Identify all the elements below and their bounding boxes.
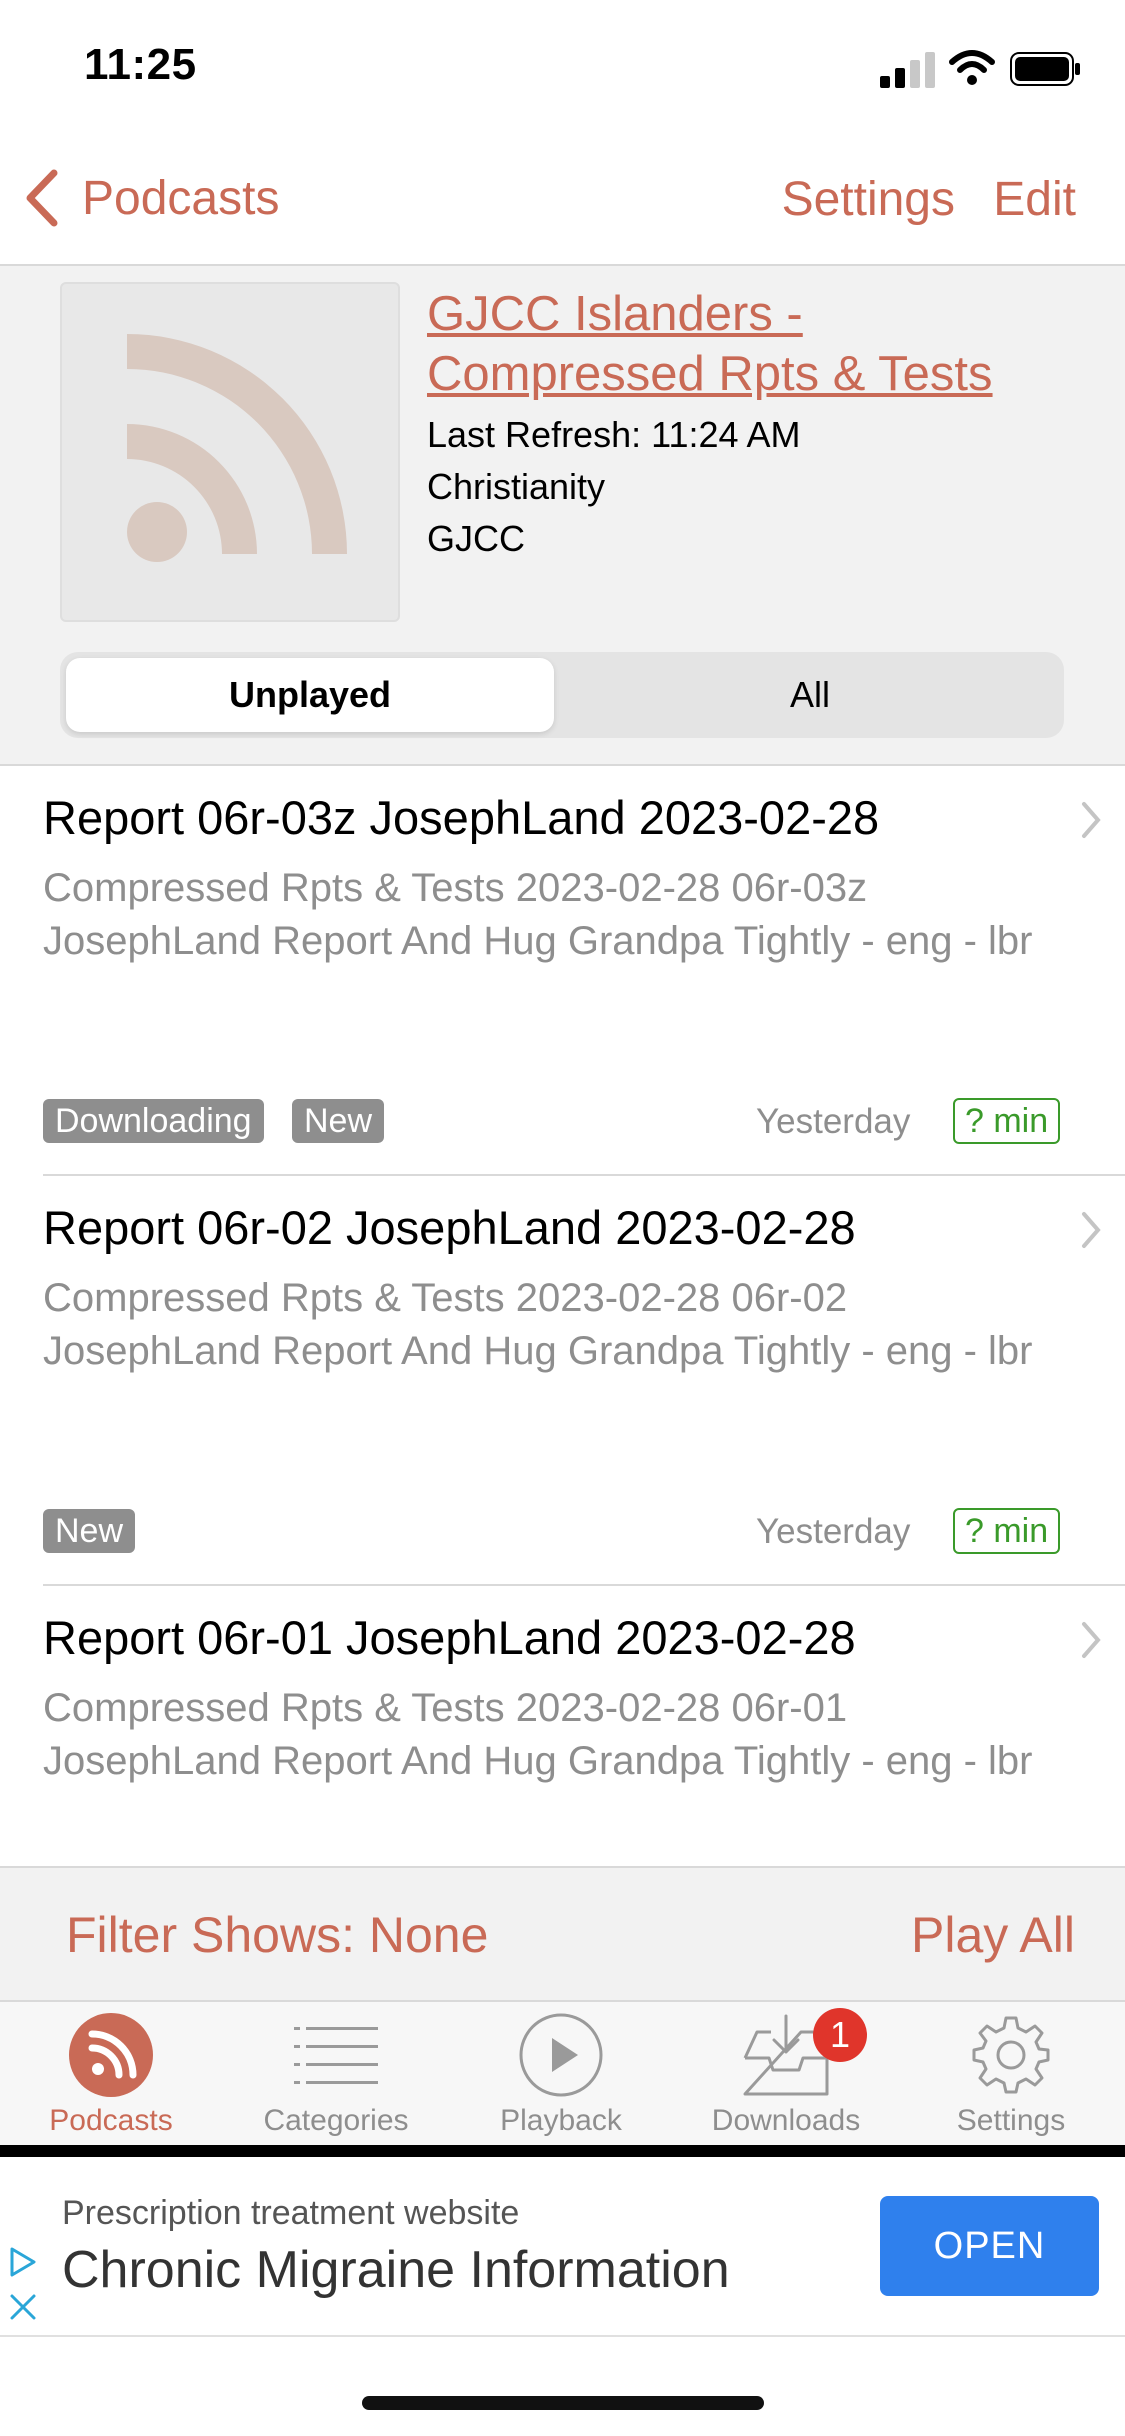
status-time: 11:25 — [84, 40, 197, 89]
status-badge-new: New — [43, 1509, 136, 1553]
podcast-category: Christianity — [427, 466, 606, 507]
ad-subtitle: Prescription treatment website — [62, 2194, 520, 2232]
ad-separator — [0, 2145, 1125, 2157]
tab-categories[interactable]: Categories — [236, 2010, 436, 2138]
tab-label: Settings — [956, 2104, 1066, 2137]
adchoices-icon[interactable] — [6, 2245, 40, 2279]
close-ad-icon[interactable] — [8, 2292, 38, 2322]
status-badge-new: New — [292, 1099, 385, 1143]
play-circle-icon — [519, 2013, 603, 2097]
episode-title: Report 06r-01 JosephLand 2023-02-28 — [43, 1611, 856, 1664]
ad-open-button[interactable]: OPEN — [880, 2196, 1099, 2296]
tab-playback[interactable]: Playback — [461, 2010, 661, 2138]
divider — [43, 1174, 1125, 1176]
tab-label: Categories — [263, 2104, 409, 2137]
chevron-left-icon — [26, 169, 58, 227]
battery-icon — [1010, 52, 1080, 86]
tab-podcasts[interactable]: Podcasts — [11, 2010, 211, 2138]
episode-date: Yesterday — [756, 1102, 911, 1141]
tab-label: Downloads — [711, 2104, 861, 2137]
divider — [0, 764, 1125, 766]
episode-duration: ? min — [953, 1098, 1061, 1144]
play-all-button[interactable]: Play All — [911, 1906, 1075, 1964]
edit-button[interactable]: Edit — [993, 172, 1076, 227]
chevron-right-icon — [1082, 802, 1101, 838]
back-button[interactable]: Podcasts — [24, 168, 279, 228]
podcast-author: GJCC — [427, 518, 525, 559]
episode-description: Compressed Rpts & Tests 2023-02-28 06r-0… — [43, 866, 1033, 963]
episode-title: Report 06r-02 JosephLand 2023-02-28 — [43, 1201, 856, 1254]
episode-description: Compressed Rpts & Tests 2023-02-28 06r-0… — [43, 1276, 1033, 1373]
episode-description: Compressed Rpts & Tests 2023-02-28 06r-0… — [43, 1686, 1033, 1783]
back-label: Podcasts — [82, 171, 280, 225]
chevron-right-icon — [1082, 1212, 1101, 1248]
gear-icon — [972, 2016, 1050, 2094]
segment-all[interactable]: All — [560, 658, 1060, 732]
settings-button[interactable]: Settings — [782, 172, 955, 227]
home-indicator[interactable] — [362, 2396, 764, 2410]
filter-shows-button[interactable]: Filter Shows: None — [66, 1906, 488, 1964]
podcast-artwork — [60, 282, 400, 622]
chevron-right-icon — [1082, 1622, 1101, 1658]
ad-headline[interactable]: Chronic Migraine Information — [62, 2240, 730, 2300]
downloads-count-badge: 1 — [813, 2008, 867, 2062]
segment-unplayed[interactable]: Unplayed — [66, 658, 554, 732]
tab-label: Playback — [500, 2104, 622, 2137]
podcast-icon — [69, 2013, 153, 2097]
rss-icon — [127, 334, 347, 562]
wifi-icon — [949, 50, 995, 85]
tab-label: Podcasts — [49, 2104, 173, 2137]
last-refresh: Last Refresh: 11:24 AM — [427, 414, 801, 455]
divider — [43, 1584, 1125, 1586]
list-icon — [294, 2027, 378, 2084]
podcast-title-link[interactable]: GJCC Islanders - Compressed Rpts & Tests — [427, 284, 1087, 404]
cellular-signal-icon — [880, 52, 935, 88]
episode-duration: ? min — [953, 1508, 1061, 1554]
episode-date: Yesterday — [756, 1512, 911, 1551]
status-badge-downloading: Downloading — [43, 1099, 264, 1143]
episode-title: Report 06r-03z JosephLand 2023-02-28 — [43, 791, 880, 844]
tab-settings[interactable]: Settings — [911, 2010, 1111, 2138]
